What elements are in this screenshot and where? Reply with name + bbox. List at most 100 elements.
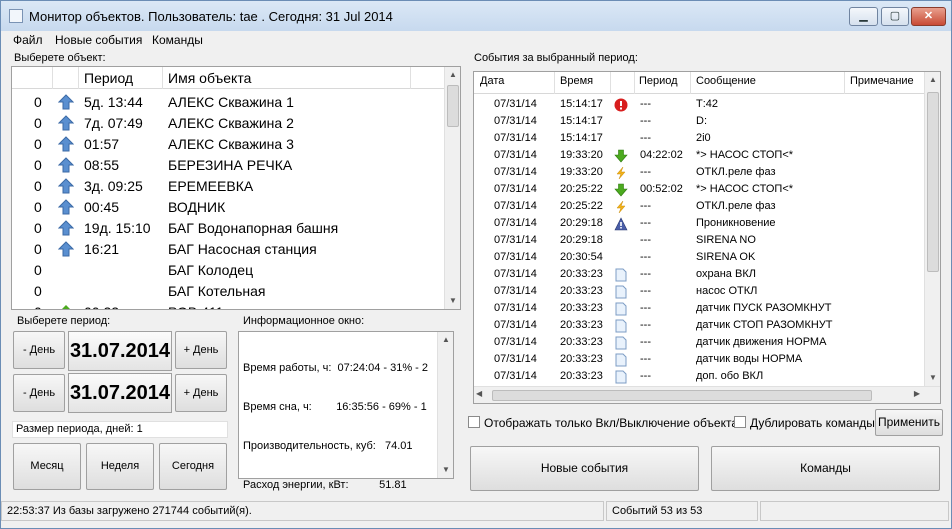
month-button[interactable]: Месяц [13, 443, 81, 490]
object-row[interactable]: 0 19д. 15:10 БАГ Водонапорная башня [12, 218, 446, 239]
event-row[interactable]: 07/31/14 15:14:17 --- Т:42 [474, 96, 926, 113]
event-message: Т:42 [696, 98, 719, 110]
event-row[interactable]: 07/31/14 19:33:20 04:22:02 *> НАСОС СТОП<* [474, 147, 926, 164]
event-row[interactable]: 07/31/14 15:14:17 --- 2i0 [474, 130, 926, 147]
col-message[interactable]: Сообщение [696, 75, 756, 87]
today-button[interactable]: Сегодня [159, 443, 227, 490]
scroll-thumb[interactable] [927, 92, 939, 272]
scroll-down-icon[interactable]: ▼ [445, 293, 460, 309]
menu-bar: Файл Новые события Команды [1, 31, 951, 49]
object-period: 08:55 [84, 157, 120, 173]
col-name[interactable]: Имя объекта [168, 70, 251, 86]
object-num: 0 [34, 157, 42, 173]
objects-list[interactable]: Период Имя объекта 0 5д. 13:44 АЛЕКС Скваж… [11, 66, 461, 310]
object-name: БАГ Котельная [168, 283, 266, 299]
event-period: --- [640, 268, 651, 280]
event-period: --- [640, 115, 651, 127]
event-row[interactable]: 07/31/14 20:30:54 --- SIRENA OK [474, 249, 926, 266]
events-list[interactable]: Дата Время Период Сообщение Примечание 0… [473, 71, 941, 404]
apply-button[interactable]: Применить [875, 409, 943, 436]
info-scrollbar[interactable]: ▲ ▼ [437, 332, 453, 478]
scroll-down-icon[interactable]: ▼ [925, 370, 940, 386]
objects-label: Выберете объект: [14, 52, 106, 64]
up-arrow-icon [57, 241, 75, 258]
event-message: 2i0 [696, 132, 711, 144]
info-window[interactable]: Время работы, ч: 07:24:04 - 31% - 2 Врем… [238, 331, 454, 491]
info-line-productivity: Производительность, куб: 74.01 [243, 440, 413, 452]
col-note[interactable]: Примечание [850, 75, 914, 87]
object-row[interactable]: 0 БАГ Колодец [12, 260, 446, 281]
minus-day-button-2[interactable]: - День [13, 374, 65, 412]
minus-day-button-1[interactable]: - День [13, 331, 65, 369]
dup-commands-label[interactable]: Дублировать команды [750, 416, 875, 430]
events-hscrollbar[interactable]: ◀ ▶ [474, 386, 940, 403]
plus-day-button-1[interactable]: + День [175, 331, 227, 369]
object-row[interactable]: 0 7д. 07:49 АЛЕКС Скважина 2 [12, 113, 446, 134]
object-row[interactable]: 0 00:22 РОВ 411 [12, 302, 446, 309]
maximize-button[interactable]: ▢ [881, 7, 909, 26]
error-icon [614, 98, 628, 112]
new-events-button[interactable]: Новые события [470, 446, 699, 491]
event-row[interactable]: 07/31/14 20:29:18 --- SIRENA NO [474, 232, 926, 249]
event-row[interactable]: 07/31/14 20:29:18 --- Проникновение [474, 215, 926, 232]
scroll-right-icon[interactable]: ▶ [914, 389, 920, 398]
object-row[interactable]: 0 01:57 АЛЕКС Скважина 3 [12, 134, 446, 155]
event-row[interactable]: 07/31/14 15:14:17 --- D: [474, 113, 926, 130]
plus-day-button-2[interactable]: + День [175, 374, 227, 412]
events-scrollbar[interactable]: ▲ ▼ [924, 72, 940, 386]
object-name: ВОДНИК [168, 199, 226, 215]
event-date: 07/31/14 [494, 285, 537, 297]
only-onoff-label[interactable]: Отображать только Вкл/Выключение объекта [484, 416, 738, 430]
col-period[interactable]: Период [84, 70, 133, 86]
menu-commands[interactable]: Команды [152, 33, 203, 47]
date-from[interactable]: 31.07.2014 [68, 331, 172, 371]
object-row[interactable]: 0 08:55 БЕРЕЗИНА РЕЧКА [12, 155, 446, 176]
event-date: 07/31/14 [494, 353, 537, 365]
event-row[interactable]: 07/31/14 20:25:22 --- ОТКЛ.реле фаз [474, 198, 926, 215]
scroll-left-icon[interactable]: ◀ [476, 389, 482, 398]
event-message: охрана ВКЛ [696, 268, 756, 280]
document-icon [614, 319, 628, 333]
event-message: доп. обо ВКЛ [696, 370, 764, 382]
only-onoff-checkbox[interactable] [468, 416, 480, 428]
menu-new-events[interactable]: Новые события [55, 33, 142, 47]
scroll-up-icon[interactable]: ▲ [445, 67, 460, 83]
close-button[interactable]: ✕ [911, 7, 946, 26]
hscroll-thumb[interactable] [492, 390, 872, 401]
date-to[interactable]: 31.07.2014 [68, 373, 172, 413]
event-row[interactable]: 07/31/14 20:33:23 --- доп. обо ВКЛ [474, 368, 926, 385]
event-row[interactable]: 07/31/14 20:33:23 --- датчик ПУСК РАЗОМКНУТ [474, 300, 926, 317]
col-event-period[interactable]: Период [639, 75, 678, 87]
event-row[interactable]: 07/31/14 20:33:23 --- датчик движения НОРМА [474, 334, 926, 351]
scroll-up-icon[interactable]: ▲ [925, 72, 940, 88]
menu-file[interactable]: Файл [13, 33, 43, 47]
event-row[interactable]: 07/31/14 20:33:23 --- датчик СТОП РАЗОМКНУТ [474, 317, 926, 334]
objects-scrollbar[interactable]: ▲ ▼ [444, 67, 460, 309]
event-row[interactable]: 07/31/14 20:33:23 --- охрана ВКЛ [474, 266, 926, 283]
object-row[interactable]: 0 00:45 ВОДНИК [12, 197, 446, 218]
object-row[interactable]: 0 5д. 13:44 АЛЕКС Скважина 1 [12, 92, 446, 113]
week-button[interactable]: Неделя [86, 443, 154, 490]
col-time[interactable]: Время [560, 75, 593, 87]
col-date[interactable]: Дата [480, 75, 504, 87]
object-row[interactable]: 0 БАГ Котельная [12, 281, 446, 302]
event-row[interactable]: 07/31/14 20:33:23 --- насос ОТКЛ [474, 283, 926, 300]
object-row[interactable]: 0 16:21 БАГ Насосная станция [12, 239, 446, 260]
event-row[interactable]: 07/31/14 20:25:22 00:52:02 *> НАСОС СТОП<* [474, 181, 926, 198]
object-period: 01:57 [84, 136, 120, 152]
object-row[interactable]: 0 3д. 09:25 ЕРЕМЕЕВКА [12, 176, 446, 197]
event-date: 07/31/14 [494, 251, 537, 263]
event-row[interactable]: 07/31/14 20:33:23 --- датчик воды НОРМА [474, 351, 926, 368]
document-icon [614, 336, 628, 350]
scroll-thumb[interactable] [447, 85, 459, 127]
up-arrow-icon [57, 157, 75, 174]
scroll-up-icon[interactable]: ▲ [438, 332, 454, 348]
object-name: БАГ Колодец [168, 262, 254, 278]
event-time: 20:29:18 [560, 234, 603, 246]
minimize-button[interactable]: ▁ [849, 7, 878, 26]
scroll-down-icon[interactable]: ▼ [438, 462, 454, 478]
commands-button[interactable]: Команды [711, 446, 940, 491]
event-date: 07/31/14 [494, 166, 537, 178]
event-row[interactable]: 07/31/14 19:33:20 --- ОТКЛ.реле фаз [474, 164, 926, 181]
dup-commands-checkbox[interactable] [734, 416, 746, 428]
